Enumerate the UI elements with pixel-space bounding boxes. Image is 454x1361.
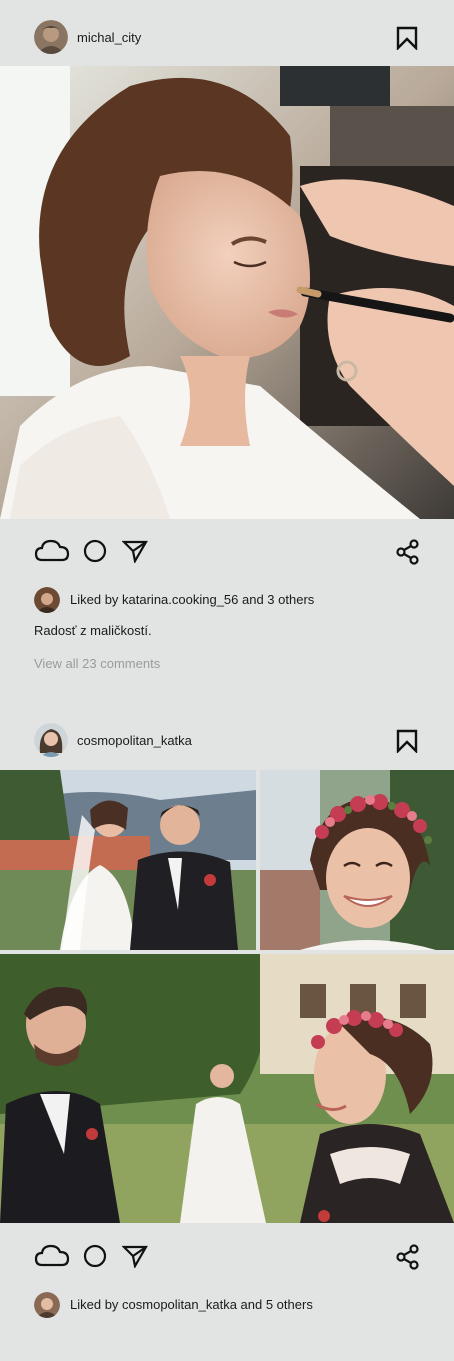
send-icon[interactable]: [122, 1244, 148, 1268]
view-comments-link[interactable]: View all 23 comments: [34, 656, 160, 671]
post-actions: [0, 1237, 454, 1277]
share-icon[interactable]: [396, 1244, 420, 1270]
post-photo[interactable]: [0, 954, 454, 1223]
circle-icon[interactable]: [83, 1244, 107, 1268]
post-photo[interactable]: [0, 66, 454, 519]
post-caption: Radosť z maličkostí.: [34, 623, 152, 638]
post-header: michal_city: [0, 4, 454, 70]
likes-row: Liked by katarina.cooking_56 and 3 other…: [0, 585, 454, 615]
post-header: cosmopolitan_katka: [0, 707, 454, 773]
post-actions: [0, 532, 454, 572]
send-icon[interactable]: [122, 539, 148, 563]
post-photo[interactable]: [0, 770, 256, 950]
cloud-icon[interactable]: [34, 1242, 70, 1268]
circle-icon[interactable]: [83, 539, 107, 563]
bookmark-icon[interactable]: [396, 26, 418, 50]
avatar[interactable]: [34, 587, 60, 613]
liked-by-text[interactable]: Liked by katarina.cooking_56 and 3 other…: [70, 592, 314, 607]
bookmark-icon[interactable]: [396, 729, 418, 753]
avatar[interactable]: [34, 1292, 60, 1318]
username[interactable]: cosmopolitan_katka: [77, 733, 192, 748]
avatar[interactable]: [34, 723, 68, 757]
share-icon[interactable]: [396, 539, 420, 565]
username[interactable]: michal_city: [77, 30, 141, 45]
cloud-icon[interactable]: [34, 537, 70, 563]
avatar[interactable]: [34, 20, 68, 54]
likes-row: Liked by cosmopolitan_katka and 5 others: [0, 1290, 454, 1320]
liked-by-text[interactable]: Liked by cosmopolitan_katka and 5 others: [70, 1297, 313, 1312]
post-photo[interactable]: [260, 770, 454, 950]
